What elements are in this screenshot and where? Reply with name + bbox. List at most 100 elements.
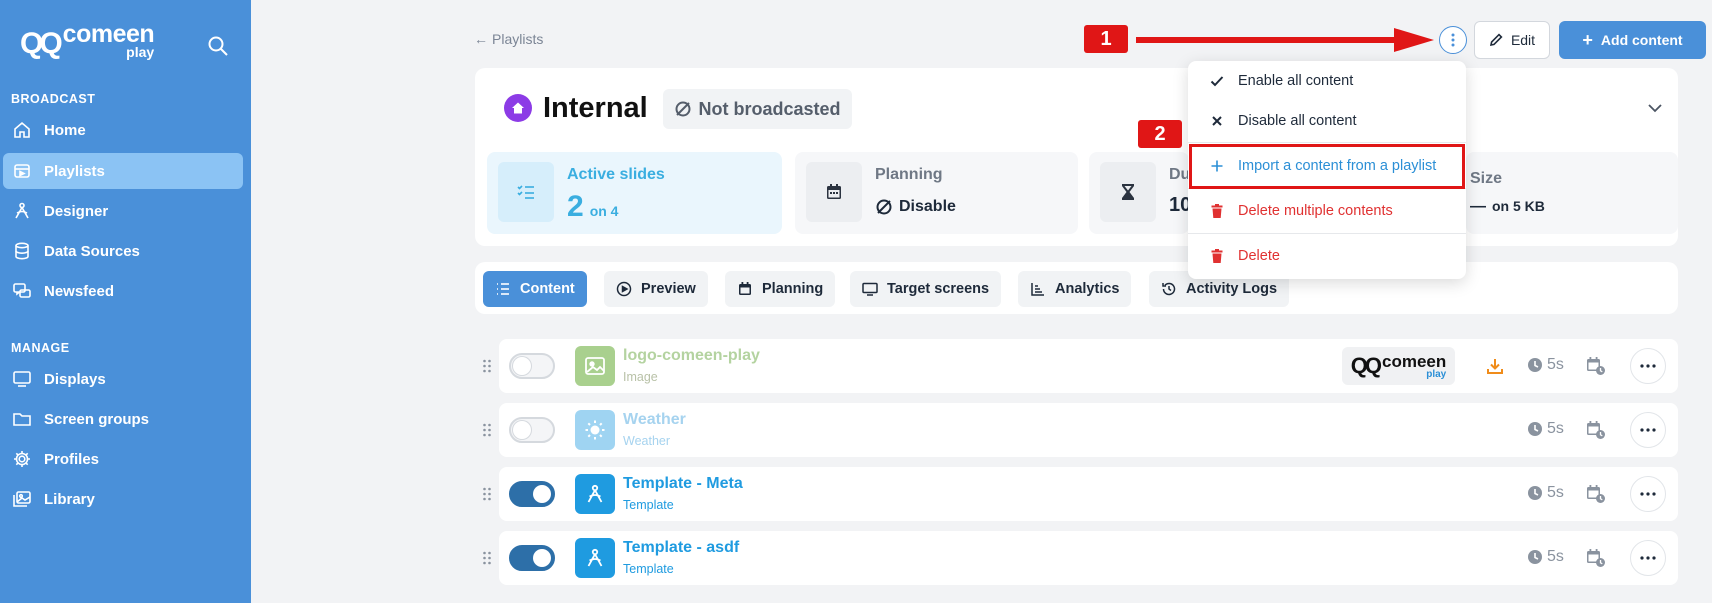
duration: 5s <box>1527 356 1564 374</box>
home-icon <box>14 121 30 138</box>
sidebar-item-playlists[interactable]: Playlists <box>3 153 243 189</box>
row-title[interactable]: Template - Meta <box>623 475 743 493</box>
duration: 5s <box>1527 484 1564 502</box>
more-horizontal-icon <box>1640 492 1656 496</box>
sidebar-item-profiles[interactable]: Profiles <box>3 441 243 477</box>
back-to-playlists-link[interactable]: ← Playlists <box>474 31 543 47</box>
monitor-icon <box>13 371 31 387</box>
sidebar-item-label: Newsfeed <box>44 282 115 300</box>
section-label-manage: MANAGE <box>11 341 70 355</box>
sidebar-item-designer[interactable]: Designer <box>3 193 243 229</box>
gear-icon <box>14 451 30 467</box>
sidebar-item-label: Designer <box>44 202 109 220</box>
download-icon[interactable] <box>1486 357 1504 375</box>
drag-handle-icon[interactable] <box>482 551 492 565</box>
trash-icon <box>1211 204 1223 218</box>
menu-item-enable-all[interactable]: Enable all content <box>1188 61 1466 101</box>
more-horizontal-icon <box>1640 364 1656 368</box>
folder-icon <box>13 413 31 426</box>
search-icon[interactable] <box>206 34 230 58</box>
sidebar-item-label: Displays <box>44 370 106 388</box>
sidebar-item-label: Library <box>44 490 95 508</box>
drag-handle-icon[interactable] <box>482 359 492 373</box>
sidebar-item-home[interactable]: Home <box>3 112 243 148</box>
row-title[interactable]: Weather <box>623 411 686 429</box>
row-more-button[interactable] <box>1630 540 1666 576</box>
enable-toggle[interactable] <box>509 545 555 571</box>
row-title[interactable]: logo-comeen-play <box>623 347 760 365</box>
calendar-icon <box>739 282 751 295</box>
content-preview-logo: QQ comeen play <box>1342 347 1455 385</box>
calendar-clock-icon[interactable] <box>1586 548 1606 568</box>
annotation-arrow <box>1136 28 1434 52</box>
calendar-clock-icon[interactable] <box>1586 356 1606 376</box>
monitor-icon <box>862 282 878 296</box>
tab-preview[interactable]: Preview <box>604 271 708 307</box>
page-title: Internal <box>543 92 648 124</box>
library-icon <box>13 491 31 507</box>
x-icon <box>1212 116 1222 126</box>
tab-content[interactable]: Content <box>483 271 587 307</box>
tab-analytics[interactable]: Analytics <box>1018 271 1132 307</box>
logo-sub: play <box>126 44 155 60</box>
database-icon <box>15 242 29 260</box>
more-horizontal-icon <box>1640 556 1656 560</box>
more-options-button[interactable] <box>1439 26 1467 54</box>
newsfeed-icon <box>13 283 31 298</box>
sidebar-item-label: Profiles <box>44 450 100 468</box>
more-horizontal-icon <box>1640 428 1656 432</box>
enable-toggle[interactable] <box>509 481 555 507</box>
comeen-logo[interactable]: QQ comeen play <box>20 22 155 60</box>
enable-toggle[interactable] <box>509 353 555 379</box>
calendar-clock-icon[interactable] <box>1586 484 1606 504</box>
row-more-button[interactable] <box>1630 476 1666 512</box>
status-badge: Not broadcasted <box>663 89 852 129</box>
row-title[interactable]: Template - asdf <box>623 539 739 557</box>
stat-duration: Du 10 <box>1089 152 1191 234</box>
row-type: Weather <box>623 434 671 448</box>
sidebar-item-library[interactable]: Library <box>3 481 243 517</box>
sidebar-item-label: Data Sources <box>44 242 140 260</box>
chevron-down-icon[interactable] <box>1647 101 1663 115</box>
logo-mark: QQ <box>20 27 63 60</box>
plus-icon: + <box>1582 30 1593 50</box>
chart-icon <box>1031 283 1044 296</box>
add-content-button[interactable]: + Add content <box>1559 21 1706 59</box>
row-type: Template <box>623 498 674 512</box>
annotation-badge-1: 1 <box>1084 25 1128 53</box>
menu-item-delete[interactable]: Delete <box>1188 236 1466 276</box>
sidebar-item-newsfeed[interactable]: Newsfeed <box>3 273 243 309</box>
edit-button[interactable]: Edit <box>1474 21 1550 59</box>
hourglass-icon <box>1100 162 1156 222</box>
menu-item-delete-multiple[interactable]: Delete multiple contents <box>1188 191 1466 231</box>
sidebar-item-data-sources[interactable]: Data Sources <box>3 233 243 269</box>
sidebar-item-screen-groups[interactable]: Screen groups <box>3 401 243 437</box>
menu-item-disable-all[interactable]: Disable all content <box>1188 101 1466 141</box>
sidebar-item-label: Playlists <box>44 162 105 180</box>
row-more-button[interactable] <box>1630 348 1666 384</box>
annotation-highlight-box <box>1189 144 1465 189</box>
enable-toggle[interactable] <box>509 417 555 443</box>
row-more-button[interactable] <box>1630 412 1666 448</box>
calendar-clock-icon[interactable] <box>1586 420 1606 440</box>
disabled-icon <box>876 199 892 215</box>
drag-handle-icon[interactable] <box>482 423 492 437</box>
pencil-icon <box>1489 33 1503 47</box>
checklist-icon <box>498 162 554 222</box>
sidebar-item-label: Home <box>44 121 86 139</box>
drag-handle-icon[interactable] <box>482 487 492 501</box>
sidebar-item-label: Screen groups <box>44 410 150 428</box>
tab-target-screens[interactable]: Target screens <box>850 271 1002 307</box>
sidebar: QQ comeen play BROADCAST Home Playlists … <box>0 0 251 603</box>
clock-icon <box>1528 422 1542 436</box>
section-label-broadcast: BROADCAST <box>11 92 96 106</box>
designer-icon <box>15 202 29 219</box>
not-broadcasted-icon <box>675 101 691 117</box>
trash-icon <box>1211 249 1223 263</box>
template-icon <box>575 474 615 514</box>
sidebar-item-displays[interactable]: Displays <box>3 361 243 397</box>
playlist-icon <box>14 164 30 178</box>
row-type: Template <box>623 562 674 576</box>
duration: 5s <box>1527 420 1564 438</box>
tab-planning[interactable]: Planning <box>725 271 836 307</box>
